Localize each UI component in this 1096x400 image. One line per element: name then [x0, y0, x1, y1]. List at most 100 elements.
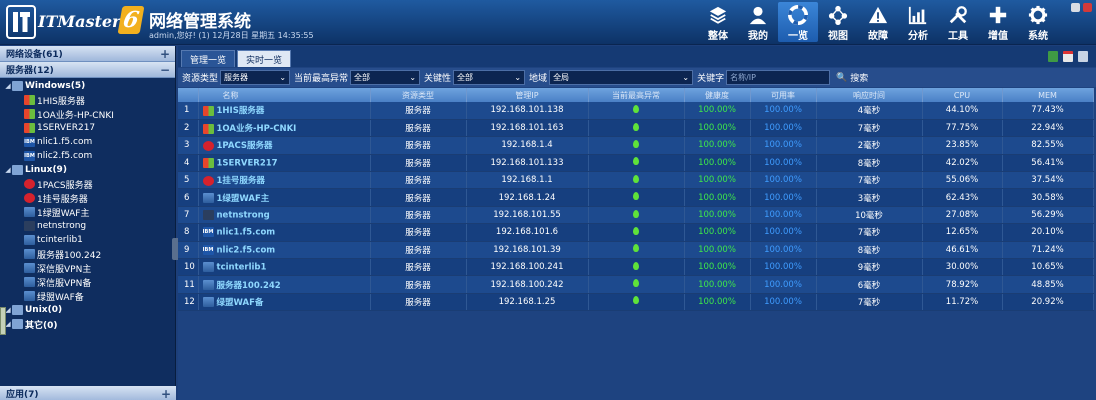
resource-name[interactable]: 1HIS服务器 — [217, 106, 265, 116]
table-row[interactable]: 5 1挂号服务器 服务器 192.168.1.1 100.00% 100.00% 7毫秒 55… — [178, 171, 1094, 190]
resource-name[interactable]: 1挂号服务器 — [217, 176, 265, 186]
type-select[interactable]: 服务器 ⌄ — [220, 70, 291, 85]
tree-item[interactable]: 1SERVER217 — [0, 121, 175, 135]
resource-name-link[interactable]: 1HIS服务器 — [198, 102, 371, 120]
keyword-input[interactable]: 名称/IP — [726, 70, 831, 85]
resource-name[interactable]: 绿盟WAF备 — [217, 298, 264, 308]
nav-analysis[interactable]: 分析 — [898, 2, 938, 42]
tree-item[interactable]: 深信服VPN主 — [0, 261, 175, 275]
tab-realtime-overview[interactable]: 实时一览 — [237, 50, 292, 67]
nav-tools[interactable]: 工具 — [938, 2, 978, 42]
nav-fault[interactable]: 故障 — [858, 2, 898, 42]
column-header[interactable]: 管理IP — [466, 88, 589, 102]
pdf-export-icon[interactable] — [1063, 51, 1073, 62]
tree-item[interactable]: 1OA业务-HP-CNKI — [0, 107, 175, 121]
tree-item[interactable]: netnstrong — [0, 219, 175, 233]
tree-item[interactable]: 1绿盟WAF主 — [0, 205, 175, 219]
table-row[interactable]: 2 1OA业务-HP-CNKI 服务器 192.168.101.163 100.00% 1… — [178, 119, 1094, 138]
column-header[interactable]: 名称 — [198, 88, 371, 102]
resource-name[interactable]: nlic1.f5.com — [217, 228, 276, 238]
tree-toggle-icon[interactable]: ◢ — [4, 166, 12, 174]
tree-item[interactable]: 1挂号服务器 — [0, 191, 175, 205]
table-row[interactable]: 10 tcinterlib1 服务器 192.168.100.241 100.00% 10… — [178, 258, 1094, 277]
ibm-icon: IBM — [202, 227, 214, 238]
sidebar-scrollbar[interactable] — [0, 307, 6, 335]
table-row[interactable]: 4 1SERVER217 服务器 192.168.101.133 100.00% 100.… — [178, 154, 1094, 173]
tree-group[interactable]: ◢ Unix(0) — [0, 303, 175, 317]
nav-system[interactable]: 系统 — [1018, 2, 1058, 42]
table-row[interactable]: 1 1HIS服务器 服务器 192.168.101.138 100.00% 100.00%… — [178, 102, 1094, 120]
tree-item[interactable]: IBM nlic2.f5.com — [0, 149, 175, 163]
column-header[interactable]: 可用率 — [750, 88, 817, 102]
column-header[interactable]: 资源类型 — [370, 88, 467, 102]
sidebar-group-servers[interactable]: 服务器(12) − — [0, 62, 175, 78]
nav-overview[interactable]: 一览 — [778, 2, 818, 42]
nav-view[interactable]: 视图 — [818, 2, 858, 42]
resource-name-link[interactable]: 1挂号服务器 — [198, 171, 371, 190]
table-row[interactable]: 9 IBM nlic2.f5.com 服务器 192.168.101.39 100.00%… — [178, 241, 1094, 260]
sidebar-group-network[interactable]: 网络设备(61) + — [0, 46, 175, 62]
resource-name-link[interactable]: 服务器100.242 — [198, 275, 371, 294]
abnormal-select[interactable]: 全部 ⌄ — [350, 70, 421, 85]
resource-name-link[interactable]: IBM nlic1.f5.com — [198, 223, 371, 242]
column-header[interactable]: 当前最高异常 — [588, 88, 685, 102]
resource-name[interactable]: 1SERVER217 — [217, 158, 278, 168]
column-header[interactable]: CPU — [922, 88, 1003, 102]
tree-group[interactable]: ◢ Linux(9) — [0, 163, 175, 177]
nav-value-add[interactable]: 增值 — [978, 2, 1018, 42]
tree-group[interactable]: ◢ Windows(5) — [0, 79, 175, 93]
resource-name[interactable]: tcinterlib1 — [217, 262, 267, 272]
resource-name[interactable]: 1PACS服务器 — [217, 141, 273, 151]
tree-toggle-icon[interactable]: ◢ — [4, 82, 12, 90]
nav-overall[interactable]: 整体 — [698, 2, 738, 42]
search-button[interactable]: 🔍 搜索 — [836, 71, 868, 85]
resource-name-link[interactable]: tcinterlib1 — [198, 258, 371, 277]
resource-name[interactable]: 服务器100.242 — [217, 281, 281, 291]
tree-group[interactable]: ◢ 其它(0) — [0, 317, 175, 331]
table-row[interactable]: 8 IBM nlic1.f5.com 服务器 192.168.101.6 100.00% 1… — [178, 223, 1094, 242]
tree-item[interactable]: 绿盟WAF备 — [0, 289, 175, 303]
table-row[interactable]: 3 1PACS服务器 服务器 192.168.1.4 100.00% 100.00% 2毫秒… — [178, 136, 1094, 155]
tree-item[interactable]: 1PACS服务器 — [0, 177, 175, 191]
sidebar-group-apps[interactable]: 应用(7) + — [0, 386, 176, 400]
nav-mine[interactable]: 我的 — [738, 2, 778, 42]
resource-name-link[interactable]: 绿盟WAF备 — [198, 293, 371, 312]
tree-label: Linux(9) — [25, 165, 67, 175]
resource-name-link[interactable]: 1OA业务-HP-CNKI — [198, 119, 371, 138]
expand-icon[interactable]: + — [160, 47, 170, 61]
resource-name[interactable]: nlic2.f5.com — [217, 245, 276, 255]
table-row[interactable]: 7 netnstrong 服务器 192.168.101.55 100.00% 100.0… — [178, 206, 1094, 225]
resource-name-link[interactable]: 1绿盟WAF主 — [198, 188, 371, 207]
resource-name-link[interactable]: 1PACS服务器 — [198, 136, 371, 155]
management-ip: 192.168.1.25 — [466, 293, 589, 312]
region-select[interactable]: 全局 ⌄ — [549, 70, 694, 85]
table-row[interactable]: 12 绿盟WAF备 服务器 192.168.1.25 100.00% 100.00% 7毫秒… — [178, 293, 1094, 312]
tab-management-overview[interactable]: 管理一览 — [181, 50, 236, 67]
column-header[interactable]: 健康度 — [684, 88, 751, 102]
tree-item[interactable]: 深信服VPN备 — [0, 275, 175, 289]
close-icon[interactable] — [1083, 3, 1092, 12]
tree-item[interactable]: 服务器100.242 — [0, 247, 175, 261]
table-row[interactable]: 6 1绿盟WAF主 服务器 192.168.1.24 100.00% 100.00% 3毫秒… — [178, 188, 1094, 207]
resource-name[interactable]: netnstrong — [217, 210, 270, 220]
folder-icon — [12, 81, 23, 91]
column-header[interactable]: MEM — [1002, 88, 1094, 102]
mem-value: 48.85% — [1002, 275, 1094, 294]
expand-icon[interactable]: + — [161, 387, 171, 400]
column-header[interactable] — [178, 88, 199, 102]
criticality-select[interactable]: 全部 ⌄ — [453, 70, 526, 85]
column-header[interactable]: 响应时间 — [816, 88, 923, 102]
tree-item[interactable]: IBM nlic1.f5.com — [0, 135, 175, 149]
print-icon[interactable] — [1078, 51, 1088, 62]
resource-name-link[interactable]: IBM nlic2.f5.com — [198, 241, 371, 260]
help-icon[interactable] — [1071, 3, 1080, 12]
tree-item[interactable]: 1HIS服务器 — [0, 93, 175, 107]
collapse-icon[interactable]: − — [160, 63, 170, 77]
table-row[interactable]: 11 服务器100.242 服务器 192.168.100.242 100.00% 100… — [178, 275, 1094, 294]
resource-name[interactable]: 1OA业务-HP-CNKI — [217, 124, 297, 134]
tree-item[interactable]: tcinterlib1 — [0, 233, 175, 247]
resource-name[interactable]: 1绿盟WAF主 — [217, 194, 270, 204]
excel-export-icon[interactable] — [1048, 51, 1058, 62]
resource-name-link[interactable]: netnstrong — [198, 206, 371, 225]
resource-name-link[interactable]: 1SERVER217 — [198, 154, 371, 173]
